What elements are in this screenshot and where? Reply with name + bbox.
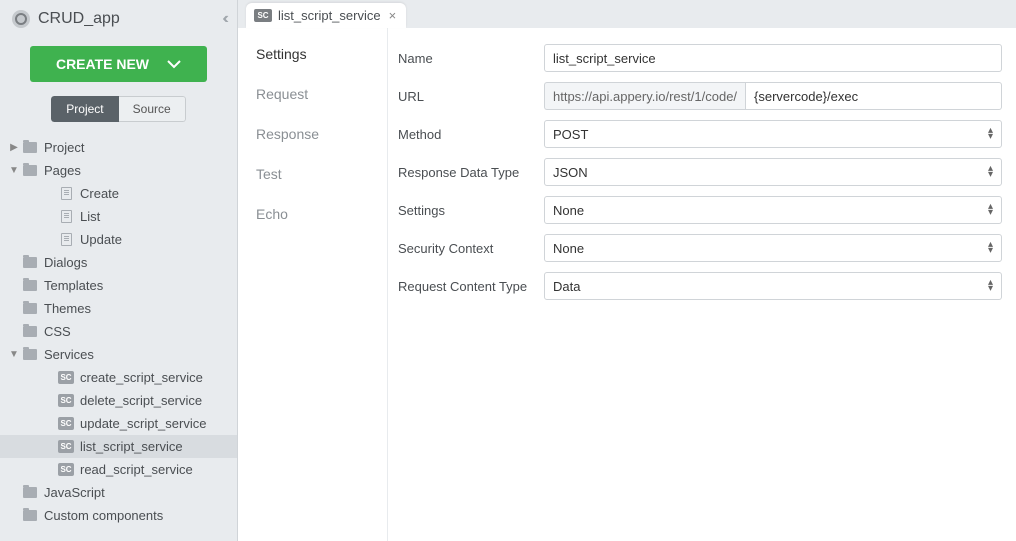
folder-icon — [22, 348, 38, 362]
folder-icon — [22, 279, 38, 293]
subnav-request[interactable]: Request — [238, 74, 387, 114]
response-type-label: Response Data Type — [394, 165, 544, 180]
tree-custom-components[interactable]: ▶Custom components — [0, 504, 237, 527]
sc-icon: SC — [58, 440, 74, 454]
collapse-sidebar-button[interactable]: ‹‹ — [222, 10, 225, 28]
sidebar: CRUD_app ‹‹ CREATE NEW Project Source ▶P… — [0, 0, 238, 541]
request-type-label: Request Content Type — [394, 279, 544, 294]
subnav-settings[interactable]: Settings — [238, 34, 387, 74]
subnav-echo[interactable]: Echo — [238, 194, 387, 234]
updown-icon: ▴▾ — [988, 204, 993, 216]
file-icon — [58, 210, 74, 224]
tree-css[interactable]: ▶CSS — [0, 320, 237, 343]
caret-down-icon: ▼ — [8, 349, 20, 360]
url-prefix: https://api.appery.io/rest/1/code/ — [544, 82, 745, 110]
settings-select[interactable]: None ▴▾ — [544, 196, 1002, 224]
close-icon[interactable]: × — [389, 8, 397, 23]
folder-icon — [22, 486, 38, 500]
toggle-project[interactable]: Project — [51, 96, 118, 122]
folder-icon — [22, 509, 38, 523]
tree-service-create[interactable]: ▶SCcreate_script_service — [0, 366, 237, 389]
request-type-select[interactable]: Data ▴▾ — [544, 272, 1002, 300]
tree-dialogs[interactable]: ▶Dialogs — [0, 251, 237, 274]
tree-page-update[interactable]: ▶Update — [0, 228, 237, 251]
sc-icon: SC — [58, 371, 74, 385]
updown-icon: ▴▾ — [988, 242, 993, 254]
tree-project[interactable]: ▶Project — [0, 136, 237, 159]
tree-service-read[interactable]: ▶SCread_script_service — [0, 458, 237, 481]
folder-icon — [22, 256, 38, 270]
method-label: Method — [394, 127, 544, 142]
sidebar-header: CRUD_app ‹‹ — [0, 0, 237, 36]
tree-page-create[interactable]: ▶Create — [0, 182, 237, 205]
name-label: Name — [394, 51, 544, 66]
caret-down-icon: ▼ — [8, 165, 20, 176]
url-label: URL — [394, 89, 544, 104]
subnav-test[interactable]: Test — [238, 154, 387, 194]
tree-javascript[interactable]: ▶JavaScript — [0, 481, 237, 504]
settings-subnav: Settings Request Response Test Echo — [238, 28, 388, 541]
editor-tab[interactable]: SC list_script_service × — [246, 3, 406, 28]
tree-themes[interactable]: ▶Themes — [0, 297, 237, 320]
sc-icon: SC — [58, 463, 74, 477]
updown-icon: ▴▾ — [988, 128, 993, 140]
app-name: CRUD_app — [38, 10, 222, 28]
sc-icon: SC — [58, 394, 74, 408]
method-select[interactable]: POST ▴▾ — [544, 120, 1002, 148]
tree-service-update[interactable]: ▶SCupdate_script_service — [0, 412, 237, 435]
sc-icon: SC — [58, 417, 74, 431]
folder-icon — [22, 302, 38, 316]
editor-tabbar: SC list_script_service × — [238, 0, 1016, 28]
settings-form: Name URL https://api.appery.io/rest/1/co… — [388, 28, 1016, 541]
url-input[interactable] — [745, 82, 1002, 110]
updown-icon: ▴▾ — [988, 280, 993, 292]
tree-service-list[interactable]: ▶SClist_script_service — [0, 435, 237, 458]
updown-icon: ▴▾ — [988, 166, 993, 178]
name-input[interactable] — [544, 44, 1002, 72]
view-toggle: Project Source — [0, 96, 237, 132]
caret-right-icon: ▶ — [8, 142, 20, 153]
tree-service-delete[interactable]: ▶SCdelete_script_service — [0, 389, 237, 412]
chevron-down-icon — [167, 56, 181, 72]
tree-page-list[interactable]: ▶List — [0, 205, 237, 228]
project-tree: ▶Project ▼Pages ▶Create ▶List ▶Update ▶D… — [0, 132, 237, 541]
settings-label: Settings — [394, 203, 544, 218]
toggle-source[interactable]: Source — [119, 96, 186, 122]
create-new-button[interactable]: CREATE NEW — [30, 46, 207, 82]
security-select[interactable]: None ▴▾ — [544, 234, 1002, 262]
main-area: SC list_script_service × Settings Reques… — [238, 0, 1016, 541]
subnav-response[interactable]: Response — [238, 114, 387, 154]
sc-badge-icon: SC — [254, 9, 272, 22]
folder-icon — [22, 164, 38, 178]
response-type-select[interactable]: JSON ▴▾ — [544, 158, 1002, 186]
tree-services[interactable]: ▼Services — [0, 343, 237, 366]
app-logo-icon — [12, 10, 30, 28]
file-icon — [58, 187, 74, 201]
folder-icon — [22, 325, 38, 339]
tab-title: list_script_service — [278, 8, 381, 23]
file-icon — [58, 233, 74, 247]
create-new-label: CREATE NEW — [56, 56, 149, 72]
security-label: Security Context — [394, 241, 544, 256]
folder-icon — [22, 141, 38, 155]
tree-templates[interactable]: ▶Templates — [0, 274, 237, 297]
tree-pages[interactable]: ▼Pages — [0, 159, 237, 182]
